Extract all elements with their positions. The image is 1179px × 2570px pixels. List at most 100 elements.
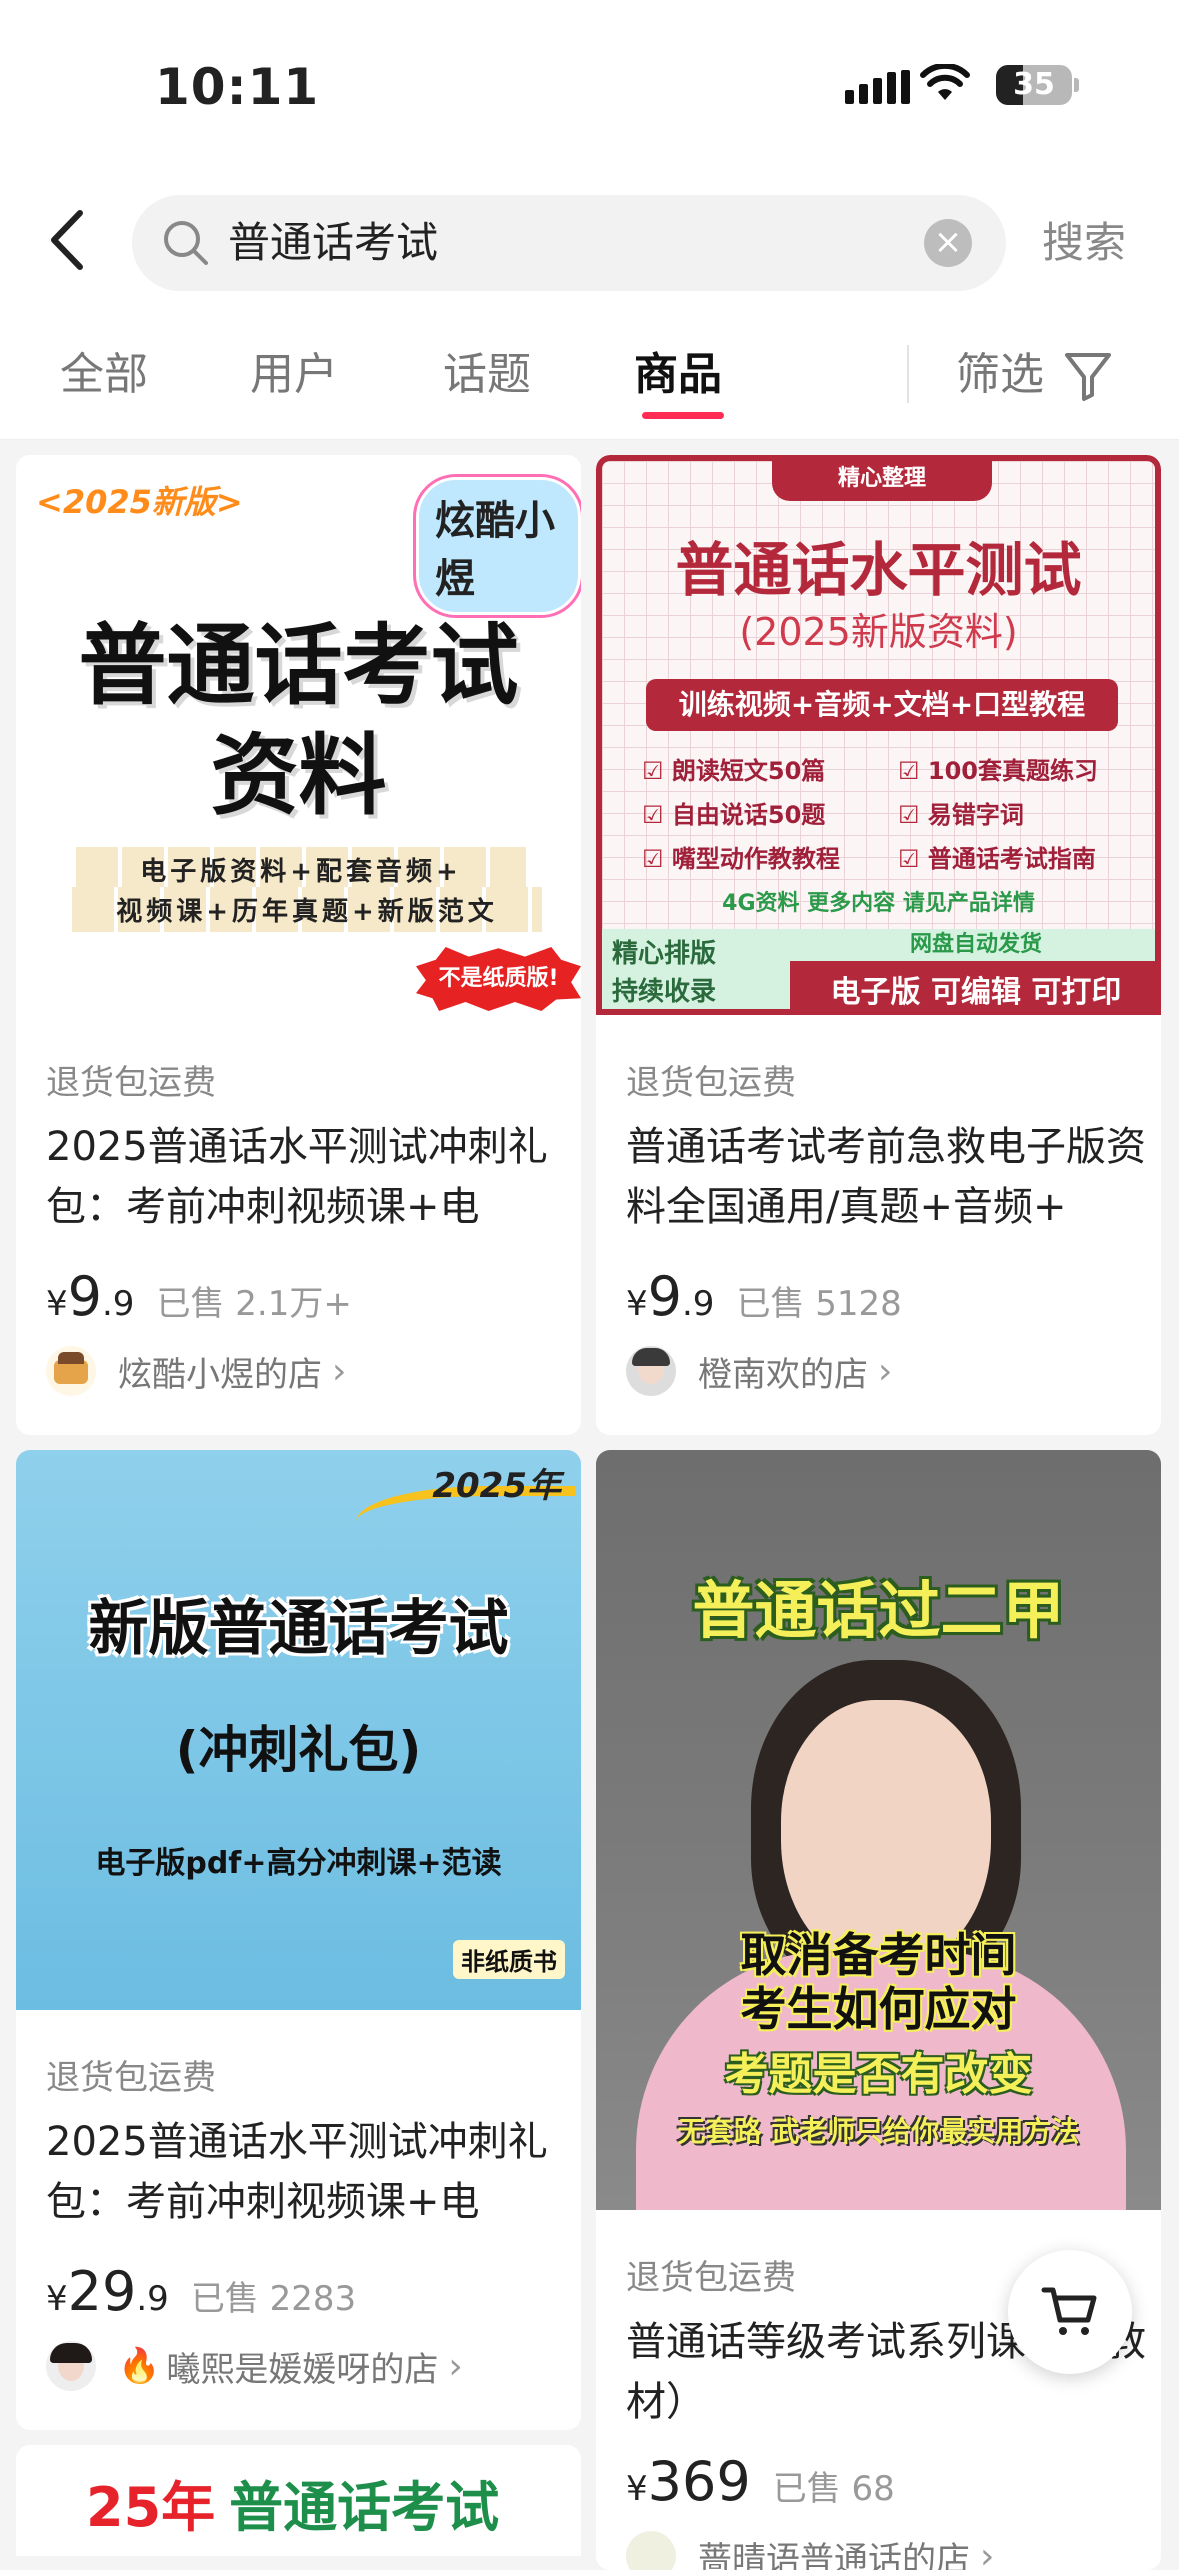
price-integer: 9 [648,1265,682,1328]
chevron-right-icon: › [448,2346,462,2387]
product-card[interactable]: 2025年 新版普通话考试 (冲刺礼包) 电子版pdf+高分冲刺课+范读 非纸质… [16,1450,581,2430]
shop-avatar [626,2531,676,2570]
chevron-right-icon: › [980,2536,994,2570]
product-title: 2025普通话水平测试冲刺礼包：考前冲刺视频课+电 [46,2112,566,2232]
thumb-footer: 精心排版 持续收录 网盘自动发货 电子版 可编辑 可打印 [602,929,1155,1015]
thumb-subline: 电子版资料+配套音频+ [76,847,526,892]
search-row: 普通话考试 × 搜索 [0,175,1179,315]
thumb-footer-left: 精心排版 持续收录 [602,929,802,1015]
product-card[interactable]: 普通话过二甲 取消备考时间 考生如何应对 考题是否有改变 无套路 武老师只给你最… [596,1450,1161,2570]
shop-link[interactable]: 炫酷小煜的店› [46,1345,346,1397]
price-decimal: .9 [682,1284,714,1324]
price-integer: 369 [648,2450,751,2513]
product-thumbnail[interactable]: 普通话过二甲 取消备考时间 考生如何应对 考题是否有改变 无套路 武老师只给你最… [596,1450,1161,2210]
thumb-footer-text: 电子版 可编辑 可打印 [790,967,1161,1011]
shop-name: 橙南欢的店 [698,1347,868,1396]
thumb-sticker: <2025新版> [36,477,243,523]
thumb-feature: 100套真题练习 [898,751,1098,786]
sold-count: 已售 5128 [736,1284,901,1324]
product-price: ¥9.9已售 2.1万+ [46,1265,352,1328]
thumb-footer-text: 网盘自动发货 [790,929,1161,961]
shop-name: 曦熙是媛媛呀的店 [166,2342,438,2391]
cart-button[interactable] [1008,2250,1132,2374]
thumb-footer-right: 网盘自动发货 电子版 可编辑 可打印 [790,929,1161,1015]
battery-icon: 35 [996,65,1072,105]
thumb-feature: 普通话考试指南 [898,839,1096,874]
thumb-subline: 视频课+历年真题+新版范文 [72,887,542,932]
product-card[interactable]: <2025新版> 炫酷小煜 普通话考试 资料 电子版资料+配套音频+ 视频课+历… [16,455,581,1435]
return-shipping-tag: 退货包运费 [46,2050,216,2099]
wifi-icon [920,64,970,104]
thumb-headline: 普通话考试 [16,595,581,722]
shop-name: 蔷晴语普通话的店 [698,2532,970,2570]
active-tab-indicator [642,412,724,419]
thumb-feature: 朗读短文50篇 [642,751,825,786]
thumb-headline: 普通话水平测试 [602,523,1155,607]
price-integer: 9 [68,1265,102,1328]
shop-link[interactable]: 🔥曦熙是媛媛呀的店› [46,2340,463,2392]
currency-symbol: ¥ [46,2279,68,2319]
tab-users[interactable]: 用户 [250,315,338,435]
thumb-headline-part: 普通话考试 [229,2476,499,2539]
thumb-footer-text: 精心排版 [612,935,802,973]
product-price: ¥9.9 已售 5128 [626,1265,902,1328]
clear-search-icon[interactable]: × [924,219,972,267]
currency-symbol: ¥ [626,2469,648,2509]
return-shipping-tag: 退货包运费 [626,2250,796,2299]
thumb-caption: 无套路 武老师只给你最实用方法 [596,2110,1161,2150]
thumb-year: 2025年 [432,1458,561,1507]
tab-divider [907,345,909,403]
product-price: ¥29.9 已售 2283 [46,2260,356,2323]
cellular-signal-icon [845,70,910,104]
thumb-banner: 训练视频+音频+文档+口型教程 [646,679,1118,731]
search-button[interactable]: 搜索 [1042,175,1126,311]
return-shipping-tag: 退货包运费 [626,1055,796,1104]
shop-avatar [626,1346,676,1396]
product-thumbnail[interactable]: 精心整理 普通话水平测试 (2025新版资料) 训练视频+音频+文档+口型教程 … [596,455,1161,1015]
battery-percent: 35 [996,65,1072,105]
product-thumbnail[interactable]: 2025年 新版普通话考试 (冲刺礼包) 电子版pdf+高分冲刺课+范读 非纸质… [16,1450,581,2010]
chevron-right-icon: › [878,1351,892,1392]
currency-symbol: ¥ [626,1284,648,1324]
shop-avatar [46,1346,96,1396]
battery-cap [1074,78,1079,92]
status-time: 10:11 [155,58,319,116]
chevron-right-icon: › [332,1351,346,1392]
back-arrow-icon[interactable] [40,205,100,275]
currency-symbol: ¥ [46,1284,68,1324]
product-thumbnail[interactable]: <2025新版> 炫酷小煜 普通话考试 资料 电子版资料+配套音频+ 视频课+历… [16,455,581,1015]
product-card[interactable]: 25年普通话考试 [16,2445,581,2556]
product-thumbnail[interactable]: 25年普通话考试 [16,2445,581,2545]
tab-topics[interactable]: 话题 [443,315,531,435]
sold-count: 已售 2283 [191,2279,356,2319]
thumb-sticker: 非纸质书 [453,1940,565,1979]
filter-button[interactable]: 筛选 [956,315,1044,435]
thumb-subheadline: (冲刺礼包) [16,1710,581,1782]
fire-icon: 🔥 [118,2346,160,2386]
price-decimal: .9 [102,1284,134,1324]
status-bar: 10:11 35 [0,0,1179,175]
shop-link[interactable]: 橙南欢的店› [626,1345,892,1397]
thumb-headline: 资料 [16,705,581,832]
thumb-caption: 取消备考时间 考生如何应对 [596,1928,1161,2036]
product-title: 2025普通话水平测试冲刺礼包：考前冲刺视频课+电 [46,1117,566,1237]
shop-link[interactable]: 蔷晴语普通话的店 › [626,2530,994,2570]
thumb-note: 4G资料 更多内容 请见产品详情 [602,885,1155,917]
sold-count: 已售 68 [773,2469,895,2509]
tab-all[interactable]: 全部 [60,315,148,435]
shopping-cart-icon [1040,2284,1100,2340]
price-integer: 29 [68,2260,137,2323]
filter-funnel-icon[interactable] [1063,349,1113,403]
thumb-headline: 新版普通话考试 [16,1580,581,1667]
product-card[interactable]: 精心整理 普通话水平测试 (2025新版资料) 训练视频+音频+文档+口型教程 … [596,455,1161,1435]
thumb-caption-line: 考生如何应对 [596,1982,1161,2036]
search-query: 普通话考试 [228,195,438,291]
thumb-subline: 电子版pdf+高分冲刺课+范读 [16,1838,581,1882]
price-decimal: .9 [136,2279,168,2319]
shop-name: 炫酷小煜的店 [118,1347,322,1396]
search-input[interactable]: 普通话考试 × [132,195,1006,291]
product-title: 普通话考试考前急救电子版资料全国通用/真题+音频+ [626,1117,1146,1237]
thumb-headline: 普通话过二甲 [596,1560,1161,1650]
search-icon [160,217,212,269]
thumb-caption-line: 取消备考时间 [596,1928,1161,1982]
